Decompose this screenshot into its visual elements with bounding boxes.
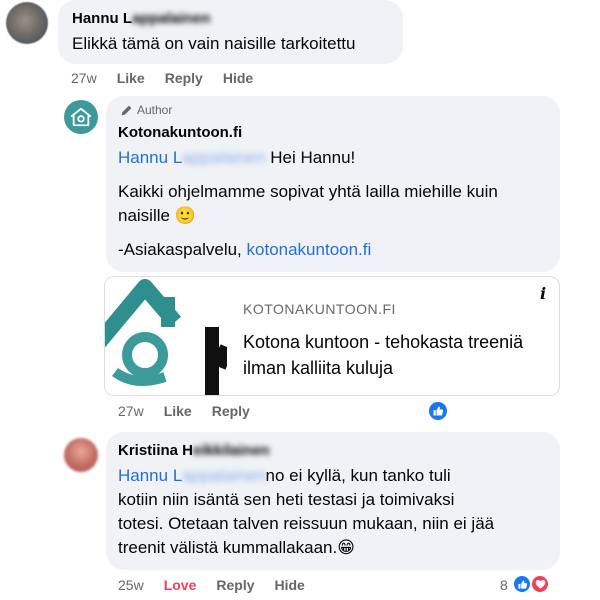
reply-button[interactable]: Reply (216, 577, 254, 593)
hide-button[interactable]: Hide (275, 577, 305, 593)
comment2-text-line3: totesi. Otetaan talven reissuun mukaan, … (118, 514, 495, 533)
comment-text-hannu: Elikkä tämä on vain naisille tarkoitettu (72, 34, 356, 53)
mention-hannu[interactable]: Hannu Lappalainen (118, 466, 265, 485)
comment-author-hannu[interactable]: Hannu Lappalainen (72, 10, 210, 27)
like-reaction-icon[interactable] (427, 400, 449, 422)
reply-actions: 27w Like Reply (118, 403, 250, 419)
signoff-link[interactable]: kotonakuntoon.fi (247, 240, 372, 259)
like-button[interactable]: Like (164, 403, 192, 419)
mention-hannu[interactable]: Hannu Lappalainen (118, 148, 265, 167)
love-button[interactable]: Love (164, 577, 197, 593)
reply-author-name[interactable]: Kotonakuntoon.fi (118, 124, 242, 141)
grin-emoji-icon: 😁 (337, 538, 355, 557)
like-button[interactable]: Like (117, 70, 145, 86)
reply-greeting-line: Hannu Lappalainen Hei Hannu! (118, 148, 356, 167)
comment2-text-line4: treenit välistä kummallakaan.😁 (118, 538, 355, 557)
avatar-kristiina[interactable] (64, 438, 98, 472)
info-icon[interactable]: i (531, 281, 555, 305)
reply-text-line2: naisille 🙂 (118, 206, 196, 225)
link-title[interactable]: Kotona kuntoon - tehokasta treeniä ilman… (243, 329, 543, 381)
hide-button[interactable]: Hide (223, 70, 253, 86)
house-logo-icon (70, 107, 92, 127)
link-thumbnail (105, 277, 227, 395)
author-badge: Author (120, 103, 172, 117)
reply-button[interactable]: Reply (165, 70, 203, 86)
avatar-hannu[interactable] (6, 2, 48, 44)
comment2-actions: 25w Love Reply Hide (118, 577, 305, 593)
comment2-text-line1: Hannu Lappalainenno ei kyllä, kun tanko … (118, 466, 451, 485)
link-domain: KOTONAKUNTOON.FI (243, 301, 396, 317)
comment-bubble-hannu: Hannu Lappalainen Elikkä tämä on vain na… (58, 0, 403, 64)
reaction-count[interactable]: 8 (500, 577, 508, 593)
comment-timestamp[interactable]: 25w (118, 577, 144, 593)
love-reaction-icon[interactable] (530, 574, 550, 594)
pencil-icon (121, 105, 132, 115)
comment2-text-line2: kotiin niin isäntä sen heti testasi ja t… (118, 490, 455, 509)
comment-author-kristiina[interactable]: Kristiina Heikkilainen (118, 442, 270, 459)
avatar-kotonakuntoon[interactable] (64, 100, 98, 134)
like-reaction-icon[interactable] (512, 574, 532, 594)
smile-emoji-icon: 🙂 (174, 206, 196, 225)
reply-timestamp[interactable]: 27w (118, 403, 144, 419)
comment-actions-hannu: 27w Like Reply Hide (71, 70, 253, 86)
reply-text-line1: Kaikki ohjelmamme sopivat yhtä lailla mi… (118, 182, 498, 201)
comment-timestamp[interactable]: 27w (71, 70, 97, 86)
reply-signoff: -Asiakaspalvelu, kotonakuntoon.fi (118, 240, 372, 259)
link-preview-card[interactable]: KOTONAKUNTOON.FI Kotona kuntoon - tehoka… (104, 276, 560, 396)
reply-button[interactable]: Reply (212, 403, 250, 419)
